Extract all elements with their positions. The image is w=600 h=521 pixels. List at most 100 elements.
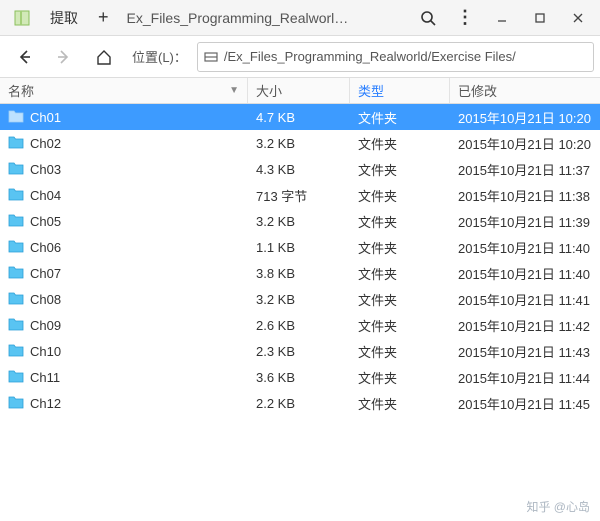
file-name: Ch06 (30, 240, 61, 255)
cell-size: 2.3 KB (248, 338, 350, 364)
minimize-icon (496, 12, 508, 24)
column-modified[interactable]: 已修改 (450, 78, 600, 103)
watermark: 知乎 @心岛 (526, 498, 590, 515)
close-button[interactable] (560, 4, 596, 32)
table-row[interactable]: Ch06 1.1 KB文件夹2015年10月21日 11:40 (0, 234, 600, 260)
cell-name: Ch08 (0, 286, 248, 312)
table-row[interactable]: Ch053.2 KB文件夹2015年10月21日 11:39 (0, 208, 600, 234)
cell-modified: 2015年10月21日 11:40 (450, 260, 600, 286)
cell-modified: 2015年10月21日 11:42 (450, 312, 600, 338)
cell-type: 文件夹 (350, 130, 450, 156)
cell-type: 文件夹 (350, 286, 450, 312)
cell-size: 3.8 KB (248, 260, 350, 286)
search-icon (420, 10, 436, 26)
drive-icon (204, 50, 218, 64)
cell-type: 文件夹 (350, 260, 450, 286)
folder-icon (8, 317, 24, 334)
maximize-button[interactable] (522, 4, 558, 32)
forward-button[interactable] (46, 41, 82, 73)
file-name: Ch05 (30, 214, 61, 229)
cell-modified: 2015年10月21日 10:20 (450, 104, 600, 130)
cell-modified: 2015年10月21日 10:20 (450, 130, 600, 156)
folder-icon (8, 369, 24, 386)
toolbar: 位置(L)： /Ex_Files_Programming_Realworld/E… (0, 36, 600, 78)
minimize-button[interactable] (484, 4, 520, 32)
cell-type: 文件夹 (350, 390, 450, 416)
home-button[interactable] (86, 41, 122, 73)
cell-name: Ch10 (0, 338, 248, 364)
cell-name: Ch01 (0, 104, 248, 130)
column-name[interactable]: 名称 ▼ (0, 78, 248, 103)
folder-icon (8, 239, 24, 256)
cell-type: 文件夹 (350, 182, 450, 208)
cell-size: 3.2 KB (248, 286, 350, 312)
archive-icon (12, 8, 32, 28)
file-name: Ch09 (30, 318, 61, 333)
cell-modified: 2015年10月21日 11:44 (450, 364, 600, 390)
table-row[interactable]: Ch113.6 KB文件夹2015年10月21日 11:44 (0, 364, 600, 390)
folder-icon (8, 135, 24, 152)
home-icon (95, 48, 113, 66)
location-label: 位置(L)： (126, 47, 193, 66)
table-row[interactable]: Ch07 3.8 KB文件夹2015年10月21日 11:40 (0, 260, 600, 286)
cell-modified: 2015年10月21日 11:38 (450, 182, 600, 208)
window-title: Ex_Files_Programming_Realworl… (119, 10, 410, 26)
column-modified-label: 已修改 (458, 81, 497, 100)
table-row[interactable]: Ch04713 字节文件夹2015年10月21日 11:38 (0, 182, 600, 208)
folder-icon (8, 265, 24, 282)
cell-name: Ch04 (0, 182, 248, 208)
column-type[interactable]: 类型 (350, 78, 450, 103)
cell-size: 1.1 KB (248, 234, 350, 260)
cell-name: Ch09 (0, 312, 248, 338)
cell-modified: 2015年10月21日 11:41 (450, 286, 600, 312)
cell-size: 2.2 KB (248, 390, 350, 416)
cell-type: 文件夹 (350, 234, 450, 260)
column-name-label: 名称 (8, 81, 34, 100)
close-icon (572, 12, 584, 24)
sort-descending-icon: ▼ (229, 85, 239, 96)
file-list: Ch014.7 KB文件夹2015年10月21日 10:20Ch023.2 KB… (0, 104, 600, 416)
cell-modified: 2015年10月21日 11:40 (450, 234, 600, 260)
folder-icon (8, 109, 24, 126)
column-size[interactable]: 大小 (248, 78, 350, 103)
path-text: /Ex_Files_Programming_Realworld/Exercise… (224, 49, 516, 64)
file-name: Ch04 (30, 188, 61, 203)
folder-icon (8, 291, 24, 308)
cell-size: 4.3 KB (248, 156, 350, 182)
new-tab-button[interactable]: + (88, 4, 119, 32)
file-name: Ch02 (30, 136, 61, 151)
file-name: Ch11 (30, 370, 60, 385)
path-input[interactable]: /Ex_Files_Programming_Realworld/Exercise… (197, 42, 594, 72)
table-row[interactable]: Ch08 3.2 KB文件夹2015年10月21日 11:41 (0, 286, 600, 312)
table-row[interactable]: Ch102.3 KB文件夹2015年10月21日 11:43 (0, 338, 600, 364)
extract-button[interactable]: 提取 (40, 4, 88, 32)
folder-icon (8, 343, 24, 360)
table-row[interactable]: Ch034.3 KB文件夹2015年10月21日 11:37 (0, 156, 600, 182)
search-button[interactable] (410, 4, 446, 32)
cell-name: Ch03 (0, 156, 248, 182)
cell-modified: 2015年10月21日 11:39 (450, 208, 600, 234)
table-row[interactable]: Ch023.2 KB文件夹2015年10月21日 10:20 (0, 130, 600, 156)
cell-type: 文件夹 (350, 208, 450, 234)
menu-button[interactable]: ⋮ (446, 4, 484, 32)
column-type-label: 类型 (358, 81, 384, 100)
file-name: Ch10 (30, 344, 61, 359)
cell-modified: 2015年10月21日 11:45 (450, 390, 600, 416)
back-button[interactable] (6, 41, 42, 73)
table-row[interactable]: Ch092.6 KB文件夹2015年10月21日 11:42 (0, 312, 600, 338)
cell-name: Ch02 (0, 130, 248, 156)
cell-type: 文件夹 (350, 156, 450, 182)
file-name: Ch07 (30, 266, 61, 281)
column-size-label: 大小 (256, 81, 282, 100)
file-name: Ch08 (30, 292, 61, 307)
cell-size: 4.7 KB (248, 104, 350, 130)
titlebar: 提取 + Ex_Files_Programming_Realworl… ⋮ (0, 0, 600, 36)
cell-name: Ch06 (0, 234, 248, 260)
table-row[interactable]: Ch014.7 KB文件夹2015年10月21日 10:20 (0, 104, 600, 130)
cell-modified: 2015年10月21日 11:43 (450, 338, 600, 364)
cell-size: 2.6 KB (248, 312, 350, 338)
arrow-right-icon (56, 49, 72, 65)
cell-type: 文件夹 (350, 364, 450, 390)
table-row[interactable]: Ch122.2 KB文件夹2015年10月21日 11:45 (0, 390, 600, 416)
folder-icon (8, 161, 24, 178)
